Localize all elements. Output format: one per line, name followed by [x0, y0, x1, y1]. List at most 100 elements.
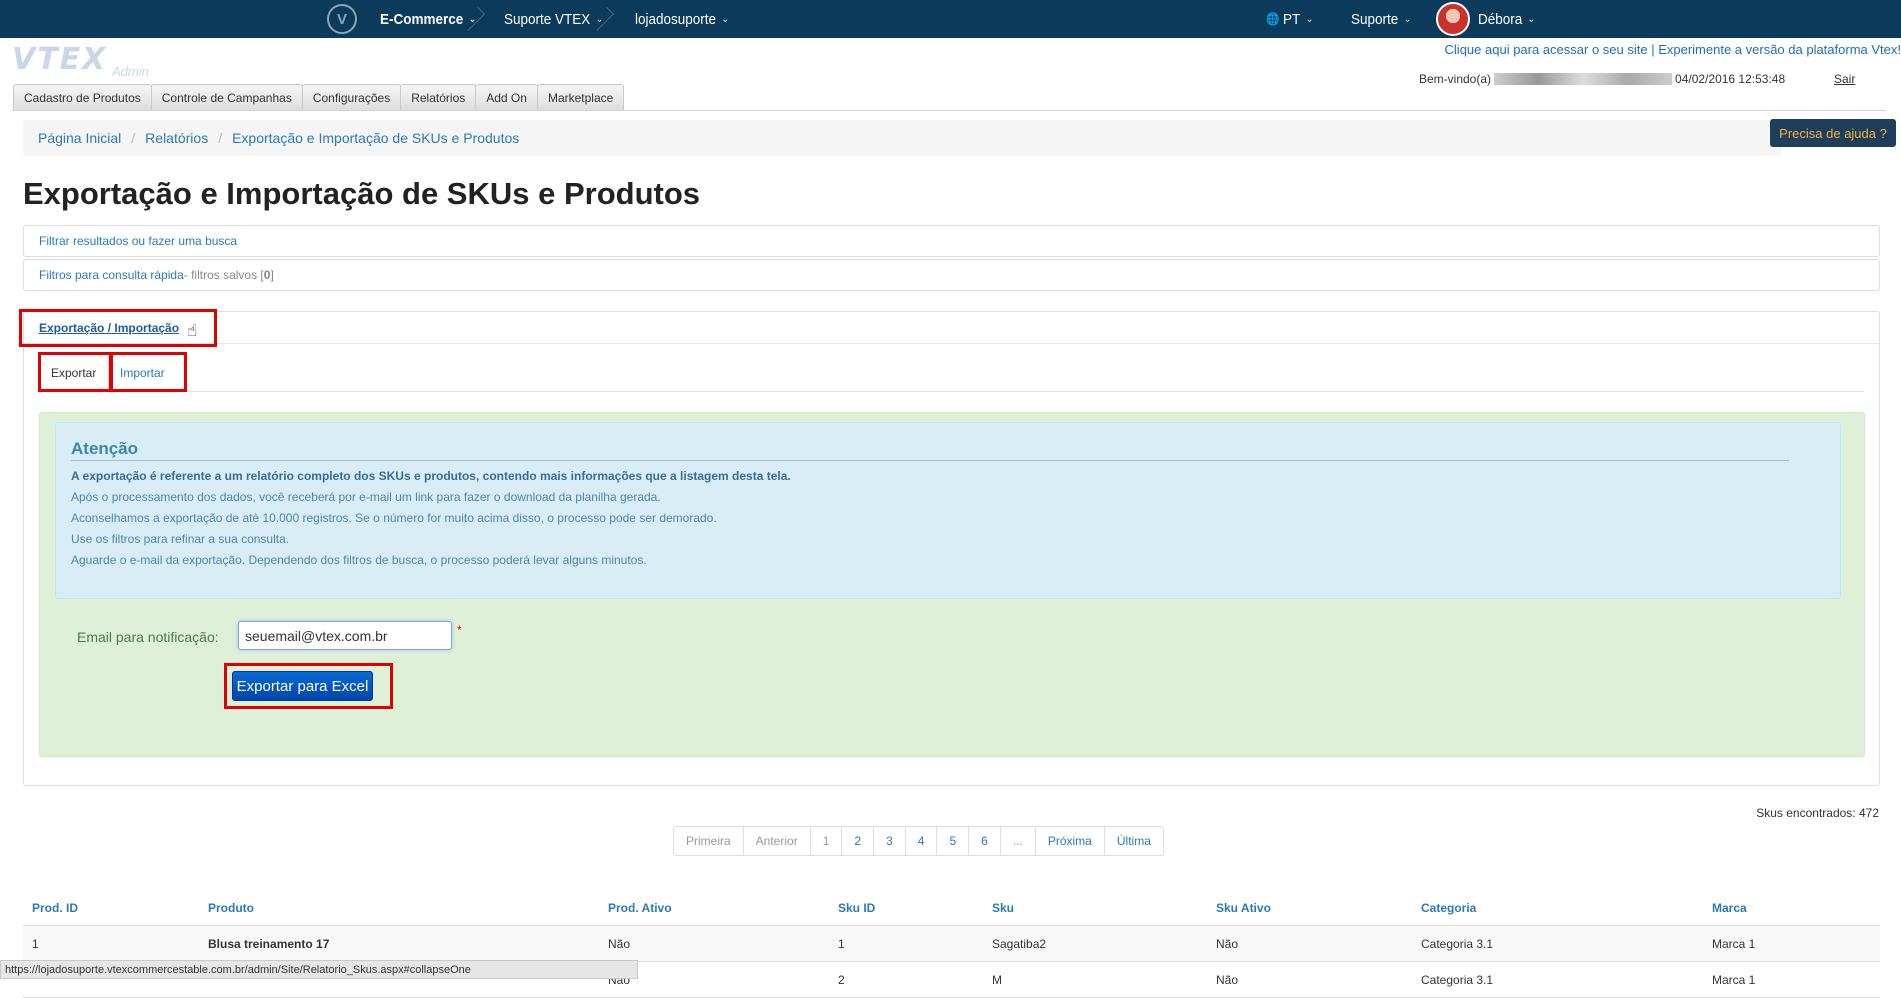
cell-categoria: Categoria 3.1 [1421, 973, 1494, 987]
highlight-tab-exportar [38, 352, 112, 392]
user-name: Débora [1478, 10, 1523, 28]
cell-marca: Marca 1 [1712, 973, 1756, 987]
page-5[interactable]: 5 [937, 827, 970, 855]
chevron-down-icon: ⌄ [721, 13, 730, 25]
login-datetime: 04/02/2016 12:53:48 [1675, 72, 1786, 86]
required-mark: * [457, 623, 462, 637]
col-prod-id[interactable]: Prod. ID [32, 890, 78, 926]
support-menu[interactable]: Suporte ⌄ [1351, 0, 1411, 38]
avatar[interactable] [1436, 2, 1470, 36]
breadcrumb-separator: / [218, 130, 223, 146]
email-field[interactable] [238, 621, 452, 650]
link-divider: | [1647, 42, 1659, 57]
cell-sku: Sagatiba2 [992, 937, 1047, 951]
breadcrumb-separator: / [131, 130, 136, 146]
support-label: Suporte [1351, 10, 1399, 28]
breadcrumb-current[interactable]: Exportação e Importação de SKUs e Produt… [232, 130, 519, 146]
vtex-logo-icon[interactable]: V [327, 4, 357, 34]
site-link[interactable]: Clique aqui para acessar o seu site [1445, 42, 1648, 57]
highlight-export-button [224, 663, 393, 709]
page-ellipsis: ... [1001, 827, 1036, 855]
breadcrumb-home[interactable]: Página Inicial [38, 130, 121, 146]
user-menu[interactable]: Débora ⌄ [1478, 0, 1535, 38]
col-sku-ativo[interactable]: Sku Ativo [1216, 890, 1271, 926]
page-1[interactable]: 1 [811, 827, 843, 855]
pagination: Primeira Anterior 1 2 3 4 5 6 ... Próxim… [673, 826, 1164, 856]
logout-link[interactable]: Sair [1834, 72, 1855, 86]
cell-categoria: Categoria 3.1 [1421, 937, 1494, 951]
cell-marca: Marca 1 [1712, 937, 1756, 951]
page-4[interactable]: 4 [906, 827, 938, 855]
language-menu[interactable]: 🌐 PT ⌄ [1266, 0, 1313, 38]
filter-search-bar[interactable]: Filtrar resultados ou fazer uma busca [23, 225, 1880, 257]
email-label: Email para notificação: [77, 629, 219, 645]
alert-line: Aconselhamos a exportação de atè 10.000 … [71, 511, 717, 525]
suporte-vtex-label: Suporte VTEX [504, 10, 591, 28]
breadcrumb-relatorios[interactable]: Relatórios [145, 130, 208, 146]
quick-filter-label[interactable]: Filtros para consulta rápida [39, 268, 184, 282]
chevron-down-icon: ⌄ [1527, 13, 1536, 25]
page-first[interactable]: Primeira [674, 827, 744, 855]
highlight-tab-importar [110, 352, 187, 392]
language-label: PT [1283, 10, 1301, 28]
sku-table: Prod. ID Produto Prod. Ativo Sku ID Sku … [23, 890, 1880, 998]
col-prod-ativo[interactable]: Prod. Ativo [608, 890, 672, 926]
page-6[interactable]: 6 [969, 827, 1001, 855]
top-navbar: V E-Commerce ⌄ Suporte VTEX ⌄ lojadosuport… [0, 0, 1901, 38]
vtex-logo-glyph: V [336, 10, 347, 28]
export-import-panel: Exportação / Importação ☝ Exportar Impor… [23, 311, 1880, 786]
cell-prod-ativo: Não [608, 937, 631, 951]
saved-filters-label: - filtros salvos [ [183, 268, 264, 282]
col-sku[interactable]: Sku [992, 890, 1014, 926]
cell-produto: Blusa treinamento 17 [208, 937, 330, 951]
quick-filter-bar[interactable]: Filtros para consulta rápida - filtros s… [23, 259, 1880, 291]
cell-sku-ativo: Não [1216, 937, 1239, 951]
tab-controle-campanhas[interactable]: Controle de Campanhas [150, 84, 303, 110]
filter-search-label[interactable]: Filtrar resultados ou fazer uma busca [39, 234, 237, 248]
cell-sku-id: 2 [838, 973, 845, 987]
export-import-tabs: Exportar Importar [38, 354, 1864, 392]
suporte-vtex-menu[interactable]: Suporte VTEX ⌄ [504, 0, 603, 38]
help-button[interactable]: Precisa de ajuda ? [1770, 119, 1896, 147]
page-last[interactable]: Última [1105, 827, 1163, 855]
col-categoria[interactable]: Categoria [1421, 890, 1476, 926]
table-header-row: Prod. ID Produto Prod. Ativo Sku ID Sku … [23, 890, 1880, 926]
col-marca[interactable]: Marca [1712, 890, 1747, 926]
tab-configuracoes[interactable]: Configurações [301, 84, 402, 110]
welcome-label: Bem-vindo(a) [1419, 72, 1492, 86]
brand-logo-text: VTEX [12, 42, 108, 77]
alert-line: Aguarde o e-mail da exportação. Dependen… [71, 553, 647, 567]
ecommerce-label: E-Commerce [380, 10, 464, 28]
saved-filters-bracket: ] [270, 268, 274, 282]
page-prev[interactable]: Anterior [744, 827, 811, 855]
ecommerce-menu[interactable]: E-Commerce ⌄ [380, 0, 476, 38]
table-row[interactable]: 1 Blusa treinamento 17 Não 1 Sagatiba2 N… [23, 926, 1880, 962]
page-2[interactable]: 2 [842, 827, 875, 855]
vtex-admin-logo[interactable]: VTEX Admin [12, 42, 152, 79]
page-title: Exportação e Importação de SKUs e Produt… [23, 176, 701, 211]
highlight-export-import-toggle [19, 309, 217, 347]
welcome-text: Bem-vindo(a) 04/02/2016 12:53:48 [1419, 72, 1785, 86]
col-sku-id[interactable]: Sku ID [838, 890, 875, 926]
col-produto[interactable]: Produto [208, 890, 254, 926]
tab-cadastro-produtos[interactable]: Cadastro de Produtos [13, 84, 152, 110]
chevron-down-icon: ⌄ [1305, 13, 1314, 25]
tabs-divider [12, 110, 1886, 111]
results-count: Skus encontrados: 472 [1756, 806, 1879, 820]
alert-line: Use os filtros para refinar a sua consul… [71, 532, 290, 546]
panel-header: Exportação / Importação ☝ [24, 312, 1879, 344]
tab-add-on[interactable]: Add On [475, 84, 538, 110]
cell-sku-id: 1 [838, 937, 845, 951]
tab-relatorios[interactable]: Relatórios [400, 84, 477, 110]
globe-icon: 🌐 [1266, 12, 1280, 26]
page-next[interactable]: Próxima [1036, 827, 1105, 855]
store-label: lojadosuporte [635, 10, 717, 28]
browser-status-bar: https://lojadosuporte.vtexcommercestable… [0, 960, 638, 979]
store-menu[interactable]: lojadosuporte ⌄ [635, 0, 729, 38]
tab-marketplace[interactable]: Marketplace [536, 84, 625, 110]
page-3[interactable]: 3 [874, 827, 906, 855]
breadcrumb: Página Inicial / Relatórios / Exportação… [23, 120, 1781, 156]
new-version-link[interactable]: Experimente a versão da plataforma Vtex! [1658, 42, 1901, 57]
saved-filters-count: 0 [263, 268, 271, 282]
redacted-email [1494, 73, 1673, 85]
